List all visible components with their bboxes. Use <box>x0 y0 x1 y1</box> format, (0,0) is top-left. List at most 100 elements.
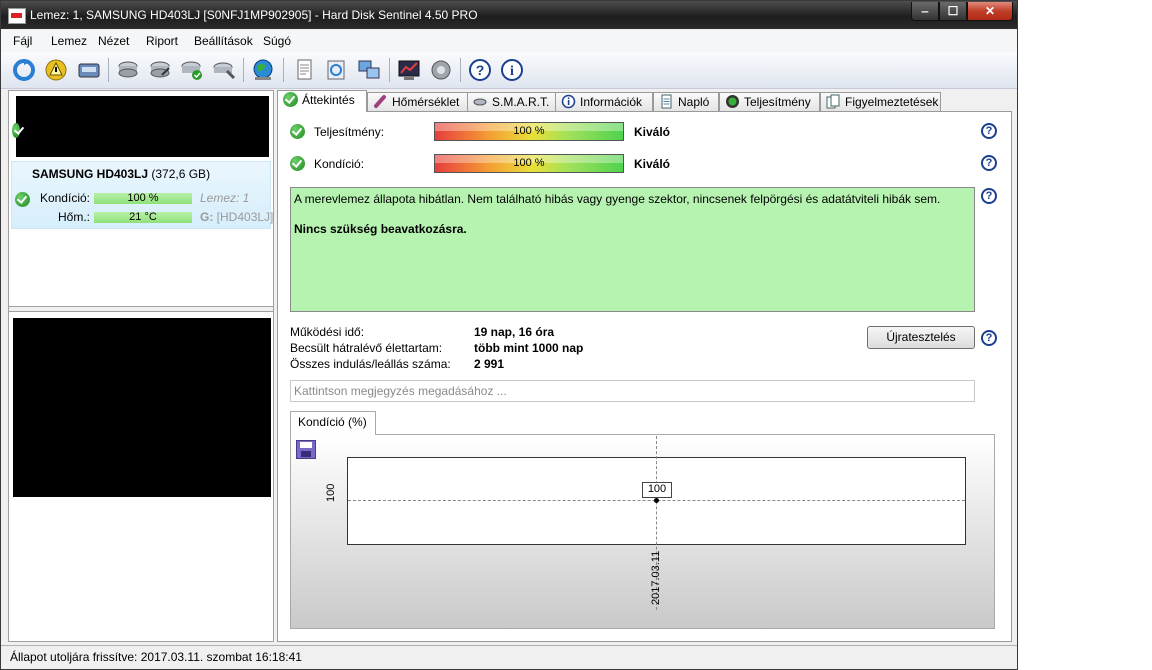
menu-file[interactable]: Fájl <box>13 34 32 48</box>
disk-icon <box>473 98 487 106</box>
disk-info-icon[interactable] <box>76 57 102 83</box>
title-bar[interactable]: Lemez: 1, SAMSUNG HD403LJ [S0NFJ1MP90290… <box>1 1 1017 29</box>
starts-label: Összes indulás/leállás száma: <box>290 357 451 371</box>
disk-ok-icon <box>15 192 30 207</box>
disk-health-label: Kondíció: <box>39 191 90 205</box>
svg-text:?: ? <box>476 62 485 78</box>
note-input[interactable]: Kattintson megjegyzés megadásához ... <box>290 380 975 402</box>
toolbar-separator <box>243 58 244 82</box>
info-icon[interactable]: i <box>499 57 525 83</box>
network-icon[interactable] <box>356 57 382 83</box>
status-text: A merevlemez állapota hibátlan. Nem talá… <box>294 192 941 206</box>
status-ok-icon <box>12 123 20 138</box>
tab-temperature[interactable]: Hőmérséklet <box>367 92 468 111</box>
tab-label: Információk <box>580 95 643 109</box>
health-bar: 100 % <box>434 154 624 173</box>
performance-rating: Kiváló <box>634 125 671 139</box>
retest-button[interactable]: Újratesztelés <box>867 326 975 349</box>
x-tick-label: 2017.03.11 <box>650 550 662 605</box>
maximize-button[interactable]: ☐ <box>939 2 967 21</box>
health-rating: Kiváló <box>634 157 671 171</box>
info-icon <box>561 94 576 109</box>
toolbar-separator <box>108 58 109 82</box>
disk-temp-bar: 21 °C <box>94 212 192 223</box>
power-on-label: Működési idő: <box>290 325 365 339</box>
disk-list-pane: SAMSUNG HD403LJ (372,6 GB) Kondíció: 100… <box>8 90 274 642</box>
alert-icon[interactable] <box>43 57 69 83</box>
menu-settings[interactable]: Beállítások <box>194 34 253 48</box>
tab-bar: Áttekintés Hőmérséklet S.M.A.R.T. Inform… <box>277 90 1017 112</box>
window-title: Lemez: 1, SAMSUNG HD403LJ [S0NFJ1MP90290… <box>30 8 478 22</box>
disk-name: SAMSUNG HD403LJ <box>32 167 149 181</box>
lifetime-value: több mint 1000 nap <box>474 341 584 355</box>
tab-performance[interactable]: Teljesítmény <box>719 92 820 111</box>
performance-label: Teljesítmény: <box>314 125 385 139</box>
performance-help-icon[interactable]: ? <box>981 123 997 139</box>
health-graph: 100 100 2017.03.11 <box>290 434 995 629</box>
health-bar-value: 100 % <box>513 157 545 169</box>
status-action: Nincs szükség beavatkozásra. <box>294 222 467 236</box>
close-button[interactable]: ✕ <box>967 2 1013 21</box>
overview-panel: Teljesítmény: 100 % Kiváló ? Kondíció: 1… <box>277 111 1012 642</box>
tab-alerts[interactable]: Figyelmeztetések <box>820 92 941 111</box>
menu-disk[interactable]: Lemez <box>51 34 87 48</box>
performance-bar-value: 100 % <box>513 125 545 137</box>
data-point <box>654 498 659 503</box>
power-on-value: 19 nap, 16 óra <box>474 325 555 339</box>
menu-view[interactable]: Nézet <box>98 34 129 48</box>
menu-report[interactable]: Riport <box>146 34 178 48</box>
document-icon <box>661 94 672 109</box>
disk-test-icon[interactable] <box>115 57 141 83</box>
update-icon[interactable] <box>323 57 349 83</box>
status-description: A merevlemez állapota hibátlan. Nem talá… <box>290 187 975 312</box>
menu-help[interactable]: Súgó <box>263 34 291 48</box>
drive-letter-line: G: [HD403LJ] <box>200 210 273 224</box>
health-help-icon[interactable]: ? <box>981 155 997 171</box>
globe-icon[interactable] <box>250 57 276 83</box>
pane-splitter[interactable] <box>9 306 273 312</box>
report-icon[interactable] <box>291 57 317 83</box>
disk-health-bar: 100 % <box>94 193 192 204</box>
tab-health-graph[interactable]: Kondíció (%) <box>290 411 376 435</box>
retest-help-icon[interactable]: ? <box>981 330 997 346</box>
disk-ok-icon[interactable] <box>179 57 205 83</box>
tab-label: Napló <box>678 95 710 109</box>
toolbar: ? i <box>1 52 1017 89</box>
tab-information[interactable]: Információk <box>555 92 653 111</box>
tab-overview[interactable]: Áttekintés <box>277 90 367 112</box>
redacted-area <box>13 318 271 497</box>
svg-text:i: i <box>510 64 514 79</box>
lifetime-label: Becsült hátralévő élettartam: <box>290 341 443 355</box>
toolbar-separator <box>389 58 390 82</box>
disk-tools-icon[interactable] <box>211 57 237 83</box>
tab-log[interactable]: Napló <box>653 92 719 111</box>
sound-icon[interactable] <box>428 57 454 83</box>
redacted-area <box>16 96 269 157</box>
disk-surface-test-icon[interactable] <box>147 57 173 83</box>
tab-label: Figyelmeztetések <box>845 95 939 109</box>
disk-size: (372,6 GB) <box>148 167 211 181</box>
status-help-icon[interactable]: ? <box>981 188 997 204</box>
performance-bar: 100 % <box>434 122 624 141</box>
y-tick-label: 100 <box>325 483 337 502</box>
tab-smart[interactable]: S.M.A.R.T. <box>467 92 556 111</box>
minimize-button[interactable]: ‒ <box>911 2 939 21</box>
tab-label: Teljesítmény <box>744 95 811 109</box>
health-label: Kondíció: <box>314 157 365 171</box>
drive-letter: G: <box>200 210 214 224</box>
menu-bar: Fájl Lemez Nézet Riport Beállítások Súgó <box>1 30 1017 52</box>
plot-area: 100 <box>347 436 966 610</box>
performance-monitor-icon[interactable] <box>396 57 422 83</box>
tab-label: Hőmérséklet <box>392 95 460 109</box>
help-icon[interactable]: ? <box>467 57 493 83</box>
disk-temp-label: Hőm.: <box>57 210 90 224</box>
health-ok-icon <box>290 156 305 171</box>
app-logo-icon <box>8 8 26 24</box>
disk-item-samsung[interactable]: SAMSUNG HD403LJ (372,6 GB) Kondíció: 100… <box>11 161 273 229</box>
save-icon[interactable] <box>296 440 316 459</box>
status-bar-text: Állapot utoljára frissítve: 2017.03.11. … <box>10 650 302 664</box>
refresh-icon[interactable] <box>11 57 37 83</box>
performance-ok-icon <box>290 124 305 139</box>
tab-label: Áttekintés <box>302 93 355 107</box>
drive-label: [HD403LJ] <box>213 210 274 224</box>
